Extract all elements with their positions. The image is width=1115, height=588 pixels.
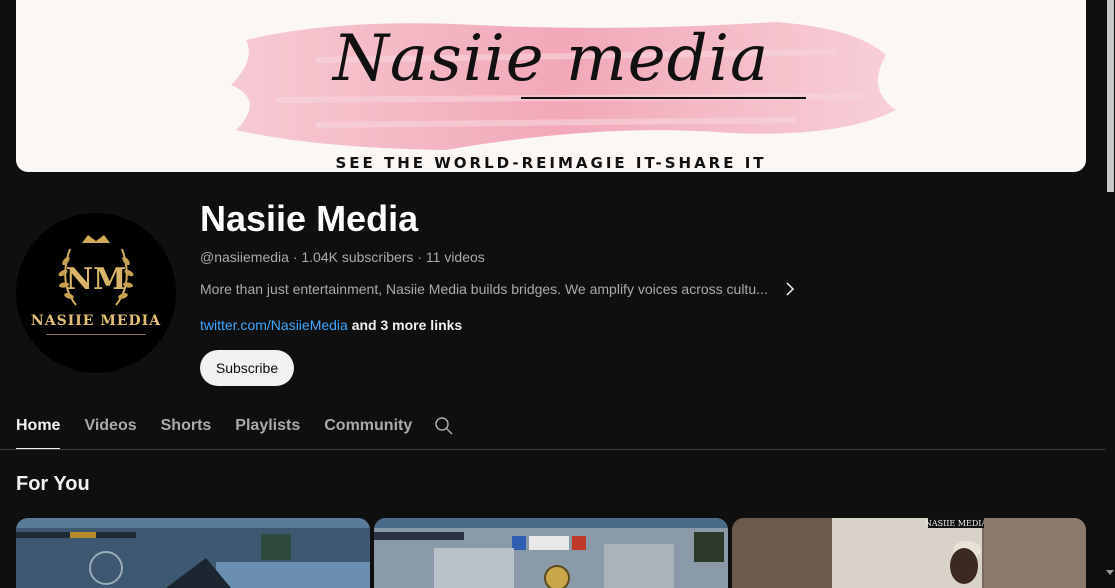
subscribe-button[interactable]: Subscribe xyxy=(200,350,294,386)
banner-title: Nasiie media xyxy=(332,22,770,96)
channel-links: twitter.com/NasiieMedia and 3 more links xyxy=(200,317,462,333)
meta-separator: · xyxy=(417,249,422,265)
page-scrollbar[interactable] xyxy=(1106,0,1115,577)
channel-avatar[interactable]: NM NASIIE MEDIA xyxy=(16,213,176,373)
avatar-logo-text: NASIIE MEDIA xyxy=(30,313,162,329)
description-text[interactable]: More than just entertainment, Nasiie Med… xyxy=(200,281,768,297)
tab-playlists[interactable]: Playlists xyxy=(235,404,300,450)
twitter-link[interactable]: twitter.com/NasiieMedia xyxy=(200,317,348,333)
thumbnail-overlay-text: NASIIE MEDIA xyxy=(925,519,988,528)
chevron-right-icon[interactable] xyxy=(782,281,798,297)
search-icon[interactable] xyxy=(434,416,454,436)
tab-shorts[interactable]: Shorts xyxy=(161,404,212,450)
channel-description[interactable]: More than just entertainment, Nasiie Med… xyxy=(200,281,798,297)
channel-banner: Nasiie media SEE THE WORLD-REIMAGIE IT-S… xyxy=(16,0,1086,172)
meta-separator: · xyxy=(292,249,298,265)
channel-name: Nasiie Media xyxy=(200,198,419,239)
tab-home[interactable]: Home xyxy=(16,404,61,450)
thumbnail-image xyxy=(16,518,370,588)
tab-videos[interactable]: Videos xyxy=(84,404,136,450)
tabs-divider xyxy=(0,449,1105,450)
video-count: 11 videos xyxy=(425,249,485,265)
banner-tagline: SEE THE WORLD-REIMAGIE IT-SHARE IT xyxy=(335,154,767,172)
avatar-monogram: NM xyxy=(66,262,127,297)
thumbnail-image: NASIIE MEDIA xyxy=(732,518,1086,588)
subscriber-count: 1.04K subscribers xyxy=(301,249,414,265)
video-thumbnail[interactable] xyxy=(16,518,370,588)
scroll-down-arrow-icon[interactable] xyxy=(1106,570,1114,575)
channel-handle: @nasiiemedia xyxy=(200,249,289,265)
section-title: For You xyxy=(16,473,90,495)
avatar-divider xyxy=(46,334,146,335)
video-thumbnail[interactable]: NASIIE MEDIA xyxy=(732,518,1086,588)
scrollbar-thumb[interactable] xyxy=(1107,0,1114,192)
laurel-monogram-logo: NM xyxy=(58,235,134,306)
channel-meta: @nasiiemedia · 1.04K subscribers · 11 vi… xyxy=(200,249,485,265)
video-thumbnail[interactable] xyxy=(374,518,728,588)
tab-community[interactable]: Community xyxy=(324,404,412,450)
channel-tabs: Home Videos Shorts Playlists Community xyxy=(16,404,436,450)
thumbnail-image xyxy=(374,518,728,588)
more-links-button[interactable]: and 3 more links xyxy=(352,317,462,333)
